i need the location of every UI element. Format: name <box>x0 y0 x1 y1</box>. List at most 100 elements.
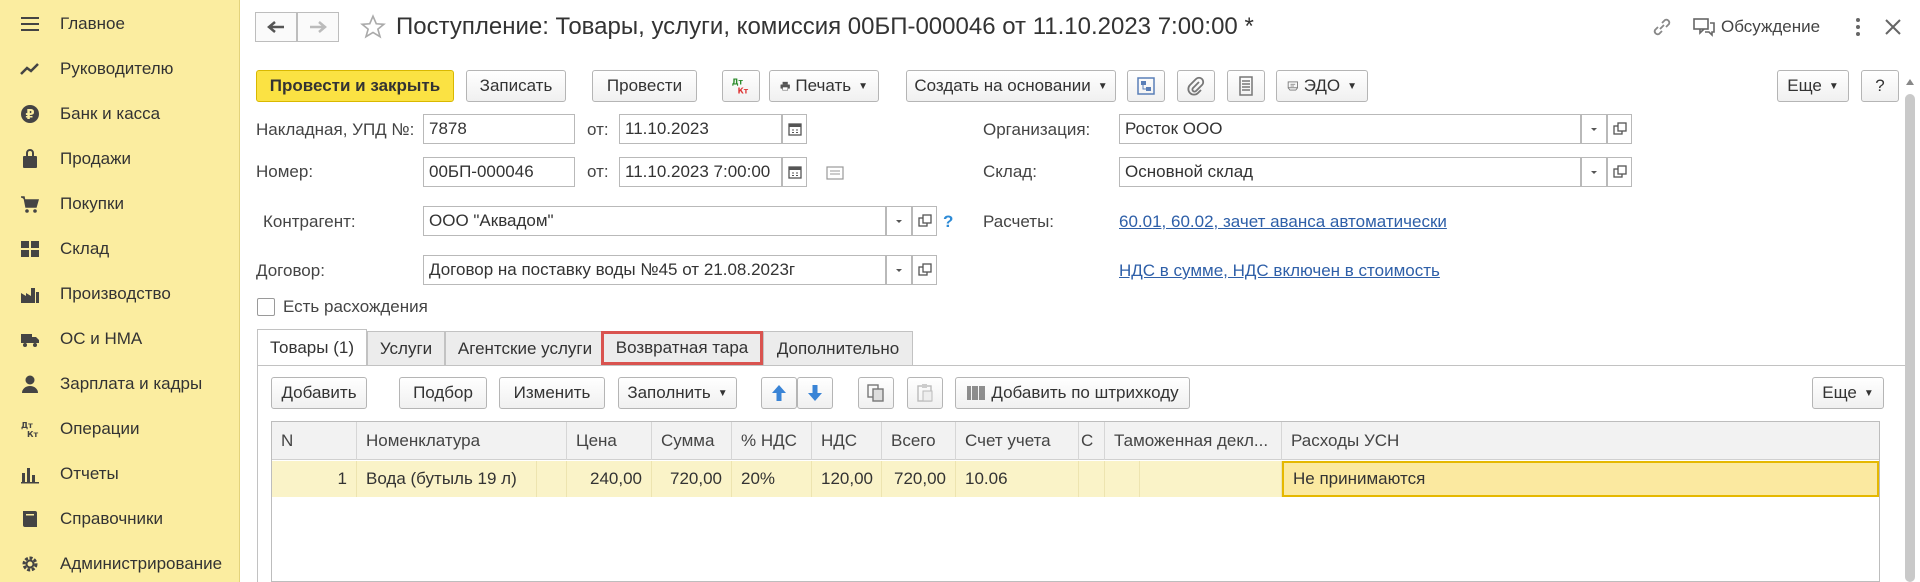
cell-usn-expenses[interactable]: Не принимаются <box>1282 461 1879 497</box>
tab-goods[interactable]: Товары (1) <box>257 329 367 365</box>
move-down-button[interactable] <box>797 377 833 409</box>
invoice-number-field[interactable]: 7878 <box>423 114 575 144</box>
notes-icon[interactable] <box>826 166 844 180</box>
counterparty-field[interactable]: ООО "Аквадом" <box>423 206 886 236</box>
attach-button[interactable] <box>1177 70 1215 102</box>
sidebar-item-reports[interactable]: Отчеты <box>0 452 240 496</box>
warehouse-field[interactable]: Основной склад <box>1119 157 1581 187</box>
contract-dropdown[interactable] <box>886 255 912 285</box>
sidebar-item-label: Производство <box>60 284 171 303</box>
column-header-price[interactable]: Цена <box>567 422 652 460</box>
sidebar-item-admin[interactable]: Администрирование <box>0 542 240 582</box>
edit-button[interactable]: Изменить <box>499 377 605 409</box>
counterparty-open[interactable] <box>912 206 937 236</box>
sidebar-item-sales[interactable]: Продажи <box>0 137 240 181</box>
sidebar-item-production[interactable]: Производство <box>0 272 240 316</box>
tab-agent-services[interactable]: Агентские услуги <box>445 331 605 365</box>
contract-field[interactable]: Договор на поставку воды №45 от 21.08.20… <box>423 255 886 285</box>
close-icon[interactable] <box>1884 18 1902 36</box>
scroll-up-icon[interactable] <box>1904 76 1916 88</box>
dtkt-button[interactable]: Дт Кт <box>722 70 760 102</box>
counterparty-dropdown[interactable] <box>886 206 912 236</box>
cell-customs-a[interactable] <box>1105 461 1140 497</box>
column-header-country[interactable]: С <box>1079 422 1105 460</box>
cell-item[interactable]: Вода (бутыль 19 л) <box>357 461 537 497</box>
column-header-n[interactable]: N <box>272 422 357 460</box>
sidebar-item-catalogs[interactable]: Справочники <box>0 497 240 541</box>
tab-additional[interactable]: Дополнительно <box>763 331 913 365</box>
tab-returnable-containers[interactable]: Возвратная тара <box>601 331 763 365</box>
more-vertical-icon[interactable] <box>1853 16 1863 38</box>
add-row-button[interactable]: Добавить <box>271 377 367 409</box>
sidebar-item-warehouse[interactable]: Склад <box>0 227 240 271</box>
table-more-button[interactable]: Еще ▼ <box>1812 377 1884 409</box>
edo-button[interactable]: ЭДО ▼ <box>1276 70 1368 102</box>
document-form: Поступление: Товары, услуги, комиссия 00… <box>241 0 1920 582</box>
cell-account[interactable]: 10.06 <box>956 461 1079 497</box>
more-button[interactable]: Еще ▼ <box>1777 70 1849 102</box>
arrow-left-icon <box>267 21 284 33</box>
print-button[interactable]: Печать ▼ <box>769 70 879 102</box>
number-field[interactable]: 00БП-000046 <box>423 157 575 187</box>
column-header-item[interactable]: Номенклатура <box>357 422 567 460</box>
organization-field[interactable]: Росток ООО <box>1119 114 1581 144</box>
copy-rows-button[interactable] <box>858 377 894 409</box>
discrepancy-checkbox[interactable] <box>257 298 275 316</box>
counterparty-help-icon[interactable]: ? <box>943 212 953 232</box>
paste-rows-button[interactable] <box>907 377 943 409</box>
column-header-account[interactable]: Счет учета <box>956 422 1079 460</box>
sidebar-item-manager[interactable]: Руководителю <box>0 47 240 91</box>
registers-button[interactable] <box>1227 70 1265 102</box>
add-by-barcode-button[interactable]: Добавить по штрихкоду <box>955 377 1190 409</box>
sidebar-item-salary[interactable]: Зарплата и кадры <box>0 362 240 406</box>
column-header-sum[interactable]: Сумма <box>652 422 732 460</box>
move-up-button[interactable] <box>761 377 797 409</box>
invoice-date-picker[interactable] <box>782 114 807 144</box>
column-header-usn[interactable]: Расходы УСН <box>1282 422 1879 460</box>
number-datetime-field[interactable]: 11.10.2023 7:00:00 <box>619 157 782 187</box>
save-button[interactable]: Записать <box>466 70 566 102</box>
vertical-scrollbar[interactable] <box>1905 94 1915 582</box>
cell-total[interactable]: 720,00 <box>882 461 956 497</box>
column-header-total[interactable]: Всего <box>882 422 956 460</box>
organization-dropdown[interactable] <box>1581 114 1607 144</box>
cell-country[interactable] <box>1079 461 1105 497</box>
post-button[interactable]: Провести <box>592 70 697 102</box>
cell-price[interactable]: 240,00 <box>567 461 652 497</box>
table-row[interactable]: 1 Вода (бутыль 19 л) 240,00 720,00 20% 1… <box>272 461 1879 497</box>
page-title: Поступление: Товары, услуги, комиссия 00… <box>396 13 1254 40</box>
discussion-button[interactable]: Обсуждение <box>1693 14 1820 40</box>
settlements-link[interactable]: 60.01, 60.02, зачет аванса автоматически <box>1119 212 1447 232</box>
organization-open[interactable] <box>1607 114 1632 144</box>
fill-button[interactable]: Заполнить ▼ <box>618 377 737 409</box>
contract-open[interactable] <box>912 255 937 285</box>
number-date-picker[interactable] <box>782 157 807 187</box>
column-header-vat[interactable]: НДС <box>812 422 882 460</box>
cell-customs-b[interactable] <box>1140 461 1282 497</box>
sidebar-item-assets[interactable]: ОС и НМА <box>0 317 240 361</box>
back-button[interactable] <box>255 12 297 42</box>
sidebar-item-operations[interactable]: Дт Кт Операции <box>0 407 240 451</box>
invoice-date-field[interactable]: 11.10.2023 <box>619 114 782 144</box>
structure-button[interactable] <box>1127 70 1165 102</box>
tab-services[interactable]: Услуги <box>367 331 445 365</box>
cell-vat[interactable]: 120,00 <box>812 461 882 497</box>
favorite-star-icon[interactable] <box>360 14 386 40</box>
arrow-right-icon <box>310 21 327 33</box>
sidebar-item-main[interactable]: Главное <box>0 2 240 46</box>
column-header-customs[interactable]: Таможенная декл... <box>1105 422 1282 460</box>
pick-button[interactable]: Подбор <box>399 377 487 409</box>
link-icon[interactable] <box>1651 16 1673 38</box>
create-based-on-button[interactable]: Создать на основании ▼ <box>906 70 1116 102</box>
column-header-vat-rate[interactable]: % НДС <box>732 422 812 460</box>
post-and-close-button[interactable]: Провести и закрыть <box>256 70 454 102</box>
help-button[interactable]: ? <box>1861 70 1899 102</box>
sidebar-item-bank[interactable]: ₽ Банк и касса <box>0 92 240 136</box>
sidebar-item-purchases[interactable]: Покупки <box>0 182 240 226</box>
warehouse-open[interactable] <box>1607 157 1632 187</box>
cell-vat-rate[interactable]: 20% <box>732 461 812 497</box>
vat-link[interactable]: НДС в сумме, НДС включен в стоимость <box>1119 261 1440 281</box>
forward-button[interactable] <box>297 12 339 42</box>
cell-sum[interactable]: 720,00 <box>652 461 732 497</box>
warehouse-dropdown[interactable] <box>1581 157 1607 187</box>
